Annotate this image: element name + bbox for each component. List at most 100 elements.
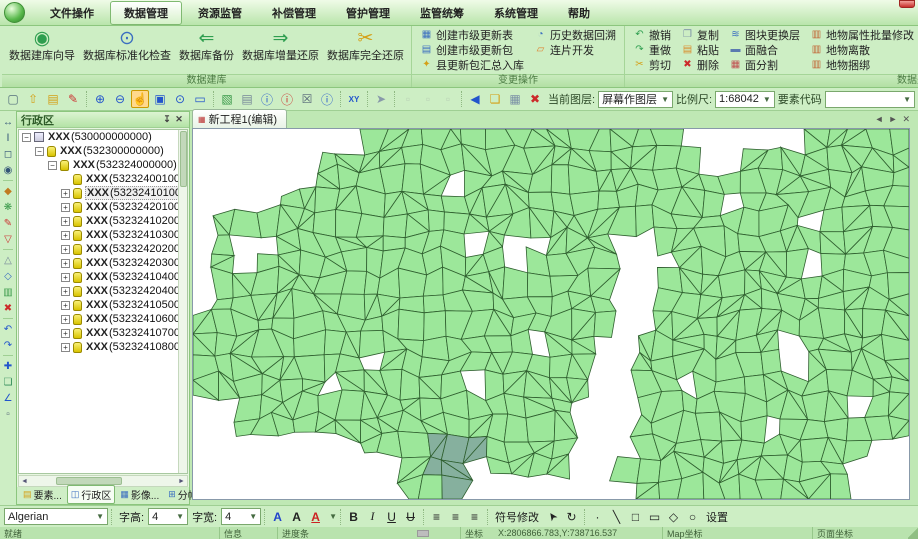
panel-tab[interactable]: ▤要素... bbox=[19, 485, 66, 504]
parcel-polygon[interactable] bbox=[610, 457, 641, 484]
parcel-polygon[interactable] bbox=[398, 431, 431, 458]
tree-item[interactable]: +XXX(532324101000) bbox=[19, 186, 187, 200]
block-change-layer-button[interactable]: ≋图块更换层 bbox=[726, 27, 803, 42]
parcel-polygon[interactable] bbox=[503, 267, 528, 299]
ellipse-tool[interactable]: ○ bbox=[684, 508, 701, 525]
menu-tab[interactable]: 资源监管 bbox=[184, 1, 256, 25]
redo-tool-icon[interactable]: ↷ bbox=[1, 338, 15, 352]
tree-horizontal-scrollbar[interactable]: ◄ ► bbox=[18, 475, 188, 487]
rect-tool[interactable]: □ bbox=[627, 508, 644, 525]
expand-icon[interactable]: + bbox=[61, 203, 70, 212]
menu-tab[interactable]: 数据管理 bbox=[110, 1, 182, 25]
zoom-out-icon[interactable]: ⊖ bbox=[111, 90, 129, 108]
redo-button[interactable]: ↷重做 bbox=[630, 42, 674, 57]
tree-item[interactable]: −XXX(530000000000) bbox=[19, 130, 187, 144]
network-tool-icon[interactable]: ❋ bbox=[1, 200, 15, 214]
parcel-polygon[interactable] bbox=[831, 474, 852, 499]
undo-button[interactable]: ↶撤销 bbox=[630, 27, 674, 42]
italic-button[interactable]: I bbox=[364, 508, 381, 525]
font-color-blue[interactable]: A bbox=[269, 508, 286, 525]
create-city-update-table-button[interactable]: ▦创建市级更新表 bbox=[417, 27, 527, 42]
new-document-icon[interactable]: ▢ bbox=[4, 90, 22, 108]
resize-grip[interactable] bbox=[908, 527, 918, 539]
tab-close-icon[interactable]: ✕ bbox=[902, 114, 910, 125]
font-select[interactable]: Algerian ▼ bbox=[4, 508, 108, 525]
feature-code-select[interactable]: ▼ bbox=[825, 91, 915, 108]
diamond-shape-tool[interactable]: ◇ bbox=[665, 508, 682, 525]
parcel-polygon[interactable] bbox=[526, 247, 550, 276]
parcel-polygon[interactable] bbox=[761, 349, 781, 374]
rotate-icon[interactable]: ↻ bbox=[563, 508, 580, 525]
settings-button[interactable]: 设置 bbox=[706, 509, 728, 525]
close-window-button[interactable] bbox=[899, 0, 915, 8]
pointer-cursor-icon[interactable]: ➤ bbox=[544, 508, 561, 525]
parcel-polygon[interactable] bbox=[637, 459, 661, 484]
tab-prev-icon[interactable]: ◄ bbox=[875, 114, 884, 125]
db-backup-button[interactable]: ⇐数据库备份 bbox=[175, 27, 238, 63]
tree-item[interactable]: +XXX(532324204000) bbox=[19, 284, 187, 298]
undo-tool-icon[interactable]: ↶ bbox=[1, 322, 15, 336]
layers-tool-icon[interactable]: ❏ bbox=[1, 375, 15, 389]
underline-button[interactable]: U bbox=[383, 508, 400, 525]
collapse-icon[interactable]: − bbox=[48, 161, 57, 170]
current-layer-select[interactable]: 屏幕作图层 ▼ bbox=[598, 91, 673, 108]
export-data-icon[interactable]: ▤ bbox=[44, 90, 62, 108]
scroll-right-icon[interactable]: ► bbox=[176, 478, 187, 485]
tab-next-icon[interactable]: ► bbox=[889, 114, 898, 125]
text-annotation-tool-icon[interactable]: Ⅰ bbox=[1, 131, 15, 145]
move-tool-icon[interactable]: ✚ bbox=[1, 359, 15, 373]
history-data-trace-button[interactable]: ◔历史数据回溯 bbox=[531, 27, 619, 42]
tree-item[interactable]: +XXX(532324106000) bbox=[19, 312, 187, 326]
parcel-polygon[interactable] bbox=[594, 311, 616, 338]
expand-icon[interactable]: + bbox=[61, 301, 70, 310]
tree-item[interactable]: +XXX(532324102000) bbox=[19, 214, 187, 228]
pin-icon[interactable]: ↧ bbox=[161, 114, 173, 126]
expand-icon[interactable]: + bbox=[61, 245, 70, 254]
clear-selection-icon[interactable]: ☒ bbox=[298, 90, 316, 108]
db-standard-check-button[interactable]: ⊙数据库标准化检查 bbox=[79, 27, 175, 63]
cut-button[interactable]: ✂剪切 bbox=[630, 57, 674, 72]
parcel-polygon[interactable] bbox=[527, 273, 552, 297]
parcel-polygon[interactable] bbox=[591, 296, 616, 313]
contiguous-development-button[interactable]: ▱连片开发 bbox=[531, 42, 619, 57]
line-tool[interactable]: ╲ bbox=[608, 508, 625, 525]
parcel-polygon[interactable] bbox=[424, 311, 446, 341]
tree-item[interactable]: +XXX(532324203000) bbox=[19, 256, 187, 270]
paste-button[interactable]: ▤粘贴 bbox=[678, 42, 722, 57]
coordinate-locate-icon[interactable]: XY bbox=[345, 90, 363, 108]
tree-item[interactable]: +XXX(532324201000) bbox=[19, 200, 187, 214]
parcel-polygon[interactable] bbox=[551, 165, 570, 195]
tree-item[interactable]: −XXX(532300000000) bbox=[19, 144, 187, 158]
select-cursor-icon[interactable]: ➤ bbox=[372, 90, 390, 108]
feature-bundle-button[interactable]: ▥地物捆绑 bbox=[807, 57, 917, 72]
pan-tool-icon[interactable]: ☝ bbox=[131, 90, 149, 108]
document-tab[interactable]: ▦ 新工程1(编辑) bbox=[192, 109, 287, 128]
collapse-icon[interactable]: − bbox=[35, 147, 44, 156]
parcel-polygon[interactable] bbox=[504, 414, 528, 442]
import-data-icon[interactable]: ⇧ bbox=[24, 90, 42, 108]
disabled-tool-1-icon[interactable]: ▫ bbox=[399, 90, 417, 108]
parcel-polygon[interactable] bbox=[234, 395, 262, 423]
draw-pen-tool-icon[interactable]: ✎ bbox=[1, 216, 15, 230]
triangle-tool-icon[interactable]: △ bbox=[1, 253, 15, 267]
parcel-polygon[interactable] bbox=[402, 164, 424, 194]
parcel-polygon[interactable] bbox=[702, 190, 724, 217]
db-wizard-button[interactable]: ◉数据建库向导 bbox=[5, 27, 79, 63]
zoom-center-icon[interactable]: ⊙ bbox=[171, 90, 189, 108]
stats-tool-icon[interactable]: ▥ bbox=[1, 285, 15, 299]
polygon-split-button[interactable]: ▦面分割 bbox=[726, 57, 803, 72]
point-tool[interactable]: · bbox=[589, 508, 606, 525]
tree-item[interactable]: +XXX(532324103000) bbox=[19, 228, 187, 242]
tree-item[interactable]: XXX(532324001000) bbox=[19, 172, 187, 186]
expand-icon[interactable]: + bbox=[61, 329, 70, 338]
zoom-window-icon[interactable]: ▣ bbox=[151, 90, 169, 108]
expand-icon[interactable]: + bbox=[61, 343, 70, 352]
feature-info-icon[interactable]: ⓘ bbox=[258, 90, 276, 108]
parcel-polygon[interactable] bbox=[402, 144, 423, 164]
disabled-tool-2-icon[interactable]: ▫ bbox=[419, 90, 437, 108]
font-color-black[interactable]: A bbox=[288, 508, 305, 525]
region-select-icon[interactable]: ▦ bbox=[506, 90, 524, 108]
parcel-polygon[interactable] bbox=[423, 295, 445, 313]
layer-manager-icon[interactable]: ❏ bbox=[486, 90, 504, 108]
parcel-polygon[interactable] bbox=[598, 191, 620, 209]
